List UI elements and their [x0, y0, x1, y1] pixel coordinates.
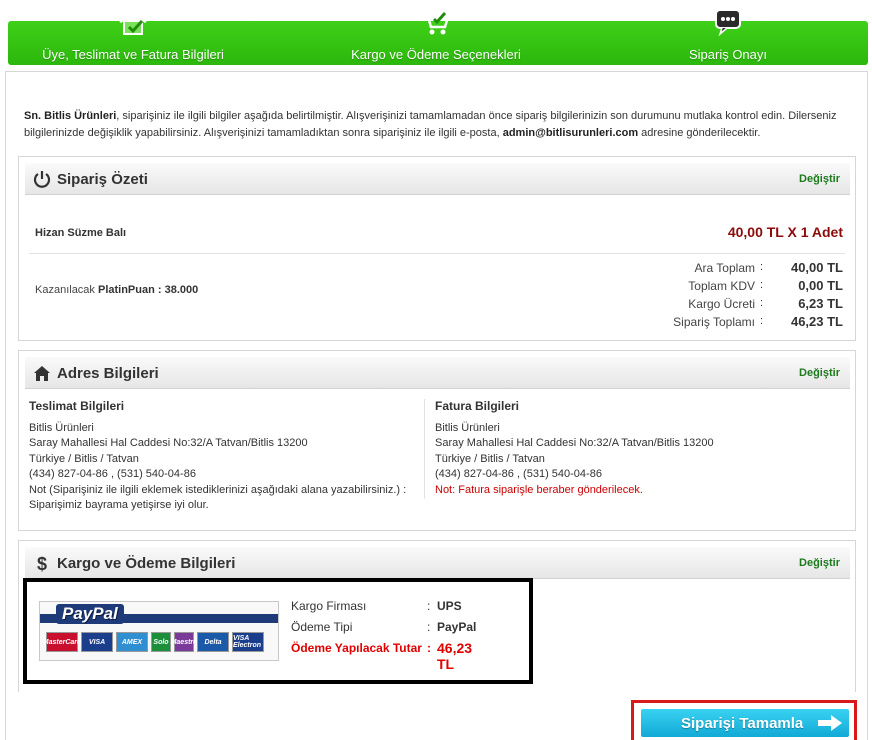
step-shipping-payment[interactable]: Kargo ve Ödeme Seçenekleri — [311, 11, 561, 65]
colon: : — [759, 261, 763, 273]
address-title: Adres Bilgileri — [57, 365, 159, 382]
billing-info: Fatura Bilgileri Bitlis Ürünleri Saray M… — [435, 399, 714, 498]
cart-check-icon — [422, 11, 450, 35]
billing-name: Bitlis Ürünleri — [435, 421, 500, 434]
order-total-row: Sipariş Toplamı: 46,23 TL — [543, 314, 843, 333]
home-check-icon — [119, 9, 147, 35]
dollar-icon: $ — [37, 554, 47, 572]
power-icon — [33, 171, 51, 188]
points-value: PlatinPuan : 38.000 — [97, 284, 199, 296]
step-label: Üye, Teslimat ve Fatura Bilgileri — [42, 47, 224, 62]
mastercard-icon: MasterCard — [43, 632, 81, 652]
subtotal-label: Ara Toplam — [694, 261, 755, 275]
payment-type-label: Ödeme Tipi — [291, 620, 353, 634]
order-total-value: 46,23 TL — [790, 314, 843, 329]
complete-order-button[interactable]: Siparişi Tamamla — [641, 709, 849, 737]
complete-order-highlight: Siparişi Tamamla — [631, 700, 857, 740]
subtotal-row: Ara Toplam: 40,00 TL — [543, 260, 843, 279]
paypal-logo: PayPal — [56, 604, 124, 624]
house-icon — [34, 366, 50, 381]
shipping-fee-value: 6,23 TL — [798, 296, 843, 311]
delta-icon: Delta — [197, 632, 229, 652]
intro-text: Sn. Bitlis Ürünleri, siparişiniz ile ilg… — [24, 108, 849, 142]
vat-row: Toplam KDV: 0,00 TL — [543, 278, 843, 297]
column-divider — [424, 399, 425, 499]
step-label: Kargo ve Ödeme Seçenekleri — [351, 47, 521, 62]
address-box: Adres Bilgileri Değiştir Teslimat Bilgil… — [18, 350, 856, 531]
maestro-icon: Maestro — [171, 632, 197, 652]
payment-header: $ Kargo ve Ödeme Bilgileri Değiştir — [25, 547, 850, 579]
step-label: Sipariş Onayı — [688, 47, 768, 62]
solo-icon: Solo — [151, 632, 171, 652]
shipping-fee-label: Kargo Ücreti — [688, 297, 755, 311]
address-change-link[interactable]: Değiştir — [799, 367, 840, 379]
visa-icon: VISA — [81, 632, 113, 652]
shipping-street: Saray Mahallesi Hal Caddesi No:32/A Tatv… — [29, 437, 308, 449]
amex-icon: AMEX — [116, 632, 148, 652]
svg-text:$: $ — [37, 554, 47, 572]
step-order-confirmation[interactable]: Sipariş Onayı — [603, 9, 853, 65]
speech-bubble-icon — [715, 9, 741, 37]
points-label: Kazanılacak — [35, 284, 98, 296]
shipping-note-label: Not (Siparişiniz ile ilgili eklemek iste… — [29, 483, 407, 496]
shipping-region: Türkiye / Bitlis / Tatvan — [29, 452, 139, 465]
address-header: Adres Bilgileri Değiştir — [25, 357, 850, 389]
product-name: Hizan Süzme Balı — [35, 227, 127, 239]
shipping-name: Bitlis Ürünleri — [29, 421, 94, 434]
shipping-note: Siparişimiz bayrama yetişirse iyi olur. — [29, 499, 209, 511]
step-member-shipping-billing[interactable]: Üye, Teslimat ve Fatura Bilgileri — [8, 9, 258, 65]
billing-phones: (434) 827-04-86 , (531) 540-04-86 — [435, 468, 602, 480]
payment-type-value: PayPal — [437, 620, 477, 634]
vat-value: 0,00 TL — [798, 278, 843, 293]
divider — [29, 253, 845, 254]
order-confirmation-panel: Sn. Bitlis Ürünleri, siparişiniz ile ilg… — [5, 71, 868, 740]
earned-points: Kazanılacak PlatinPuan : 38.000 — [35, 284, 198, 296]
arrow-right-icon — [818, 715, 842, 731]
colon: : — [427, 641, 431, 655]
product-price: 40,00 TL X 1 Adet — [727, 224, 843, 240]
shipping-fee-row: Kargo Ücreti: 6,23 TL — [543, 296, 843, 315]
order-summary-change-link[interactable]: Değiştir — [799, 173, 840, 185]
intro-text-part2: adresine gönderilecektir. — [638, 127, 761, 139]
amount-due-value: 46,23 TL — [437, 640, 473, 672]
billing-street: Saray Mahallesi Hal Caddesi No:32/A Tatv… — [435, 437, 714, 449]
payment-details-highlight: PayPal MasterCard VISA AMEX Solo Maestro… — [23, 578, 533, 684]
visa-electron-icon: VISA Electron — [232, 632, 264, 652]
payment-change-link[interactable]: Değiştir — [799, 557, 840, 569]
paypal-badge: PayPal MasterCard VISA AMEX Solo Maestro… — [39, 601, 279, 661]
colon: : — [759, 297, 763, 309]
customer-email: admin@bitlisurunleri.com — [502, 127, 639, 139]
subtotal-value: 40,00 TL — [790, 260, 843, 275]
colon: : — [759, 279, 763, 291]
shipping-info-title: Teslimat Bilgileri — [29, 399, 125, 413]
colon: : — [427, 599, 431, 613]
shipping-company-value: UPS — [437, 599, 462, 613]
order-summary-box: Sipariş Özeti Değiştir Hizan Süzme Balı … — [18, 156, 856, 341]
order-summary-header: Sipariş Özeti Değiştir — [25, 163, 850, 195]
billing-region: Türkiye / Bitlis / Tatvan — [435, 452, 545, 465]
order-summary-title: Sipariş Özeti — [57, 171, 148, 188]
checkout-steps-bar: Üye, Teslimat ve Fatura Bilgileri Kargo … — [8, 9, 868, 65]
billing-note: Not: Fatura siparişle beraber gönderilec… — [435, 483, 643, 496]
shipping-info: Teslimat Bilgileri Bitlis Ürünleri Saray… — [29, 399, 406, 514]
colon: : — [759, 315, 763, 327]
payment-title: Kargo ve Ödeme Bilgileri — [57, 555, 236, 572]
billing-info-title: Fatura Bilgileri — [435, 399, 520, 413]
shipping-company-label: Kargo Firması — [291, 599, 367, 613]
customer-name: Sn. Bitlis Ürünleri — [24, 110, 117, 122]
order-total-label: Sipariş Toplamı — [673, 315, 755, 329]
colon: : — [427, 620, 431, 634]
vat-label: Toplam KDV — [688, 279, 755, 293]
accepted-cards: MasterCard VISA AMEX Solo Maestro Delta … — [43, 632, 264, 652]
complete-order-label: Siparişi Tamamla — [681, 715, 804, 732]
amount-due-label: Ödeme Yapılacak Tutar — [291, 641, 422, 655]
shipping-phones: (434) 827-04-86 , (531) 540-04-86 — [29, 468, 196, 480]
